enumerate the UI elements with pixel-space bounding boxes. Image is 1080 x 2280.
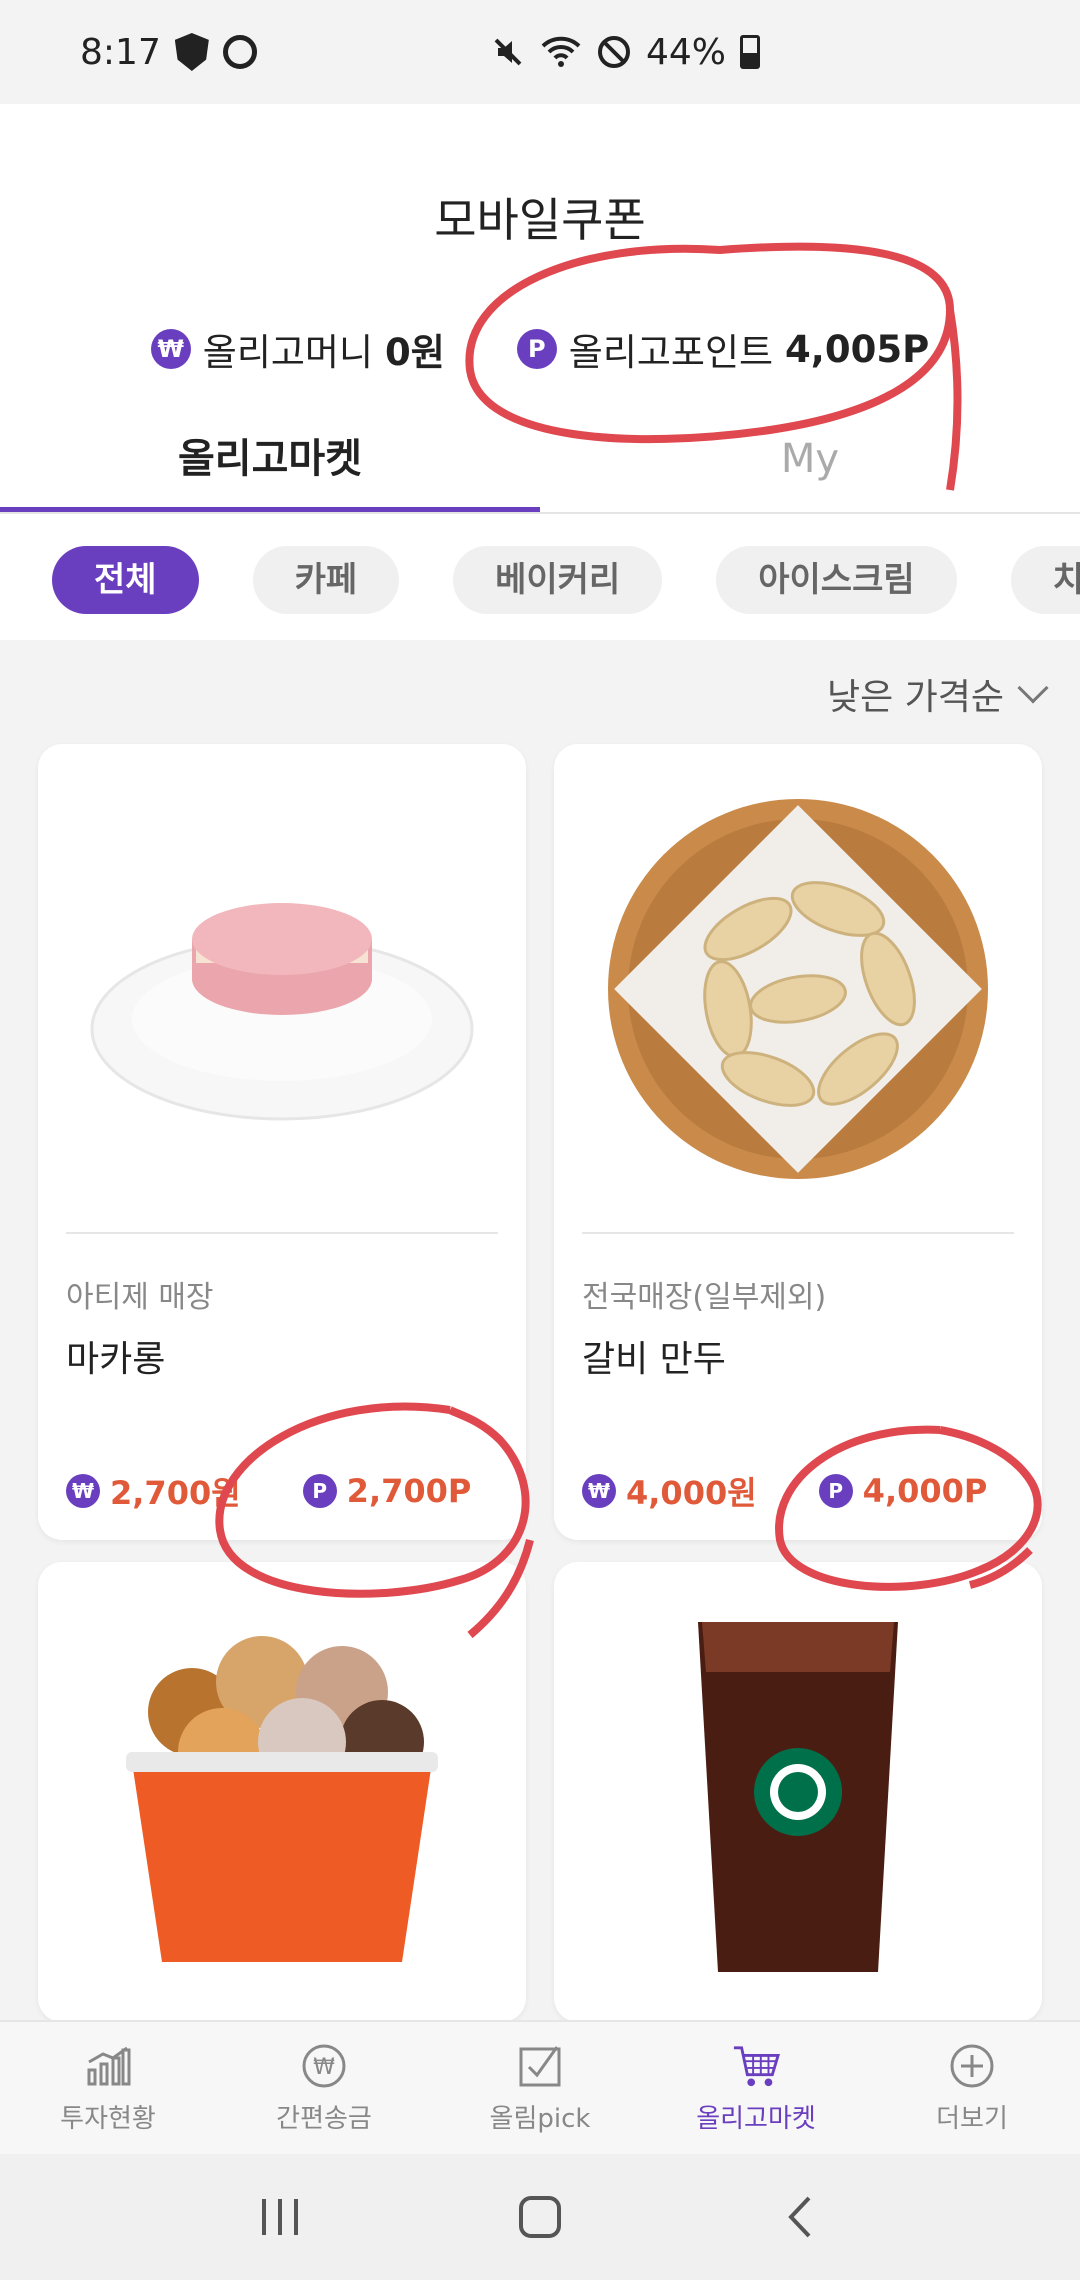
tab-bar: 올리고마켓 My	[0, 404, 1080, 514]
card-divider	[582, 1232, 1014, 1234]
nav-label: 올림pick	[489, 2103, 591, 2134]
blocked-icon	[598, 36, 630, 68]
product-name: 갈비 만두	[582, 1339, 726, 1380]
won-icon: ₩	[300, 2042, 348, 2090]
sort-label: 낮은 가격순	[826, 677, 1004, 718]
price-won: ₩ 4,000원	[582, 1468, 757, 1514]
product-store: 전국매장(일부제외)	[582, 1280, 827, 1315]
point-coin-icon: P	[818, 1474, 853, 1508]
price-won: ₩ 2,700원	[66, 1468, 241, 1514]
nav-more[interactable]: 더보기	[864, 2022, 1080, 2154]
product-name: 마카롱	[66, 1339, 166, 1380]
product-image-coffee	[554, 1562, 1042, 2022]
price-won-value: 4,000원	[626, 1474, 757, 1512]
product-card-coffee[interactable]	[554, 1562, 1042, 2022]
product-card-dumpling[interactable]: 전국매장(일부제외) 갈비 만두 ₩ 4,000원 P 4,000P	[554, 744, 1042, 1540]
product-store: 아티제 매장	[66, 1280, 214, 1315]
battery-percent: 44%	[646, 31, 727, 73]
chip-icecream[interactable]: 아이스크림	[716, 546, 957, 614]
status-time: 8:17	[80, 31, 161, 73]
mute-icon	[494, 38, 522, 66]
header: 모바일쿠폰 ₩ 올리고머니 0원 P 올리고포인트 4,005P 올리고마켓 M…	[0, 104, 1080, 640]
recent-apps-button[interactable]	[250, 2187, 310, 2247]
page-title: 모바일쿠폰	[434, 193, 646, 247]
product-image-macaron	[38, 744, 526, 1234]
point-coin-icon: P	[302, 1474, 337, 1508]
money-label: 올리고머니	[202, 331, 373, 374]
nav-invest[interactable]: 투자현황	[0, 2022, 216, 2154]
chip-bakery[interactable]: 베이커리	[453, 546, 663, 614]
product-image-munchkin	[38, 1562, 526, 2022]
nav-transfer[interactable]: ₩ 간편송금	[216, 2022, 432, 2154]
money-balance: ₩ 올리고머니 0원	[150, 322, 445, 376]
won-coin-icon: ₩	[582, 1474, 616, 1508]
product-image-dumpling	[554, 744, 1042, 1234]
nav-label: 더보기	[936, 2103, 1008, 2134]
point-coin-icon: P	[516, 329, 557, 369]
product-prices: ₩ 4,000원 P 4,000P	[582, 1468, 987, 1514]
plus-circle-icon	[948, 2042, 996, 2090]
point-balance: P 올리고포인트 4,005P	[516, 322, 930, 376]
status-bar: 8:17 44%	[0, 0, 1080, 104]
sync-icon	[222, 35, 257, 69]
checkbox-icon	[516, 2042, 564, 2090]
nav-label: 간편송금	[276, 2103, 372, 2134]
price-point-value: 2,700P	[346, 1472, 472, 1510]
svg-text:₩: ₩	[313, 2055, 335, 2080]
won-coin-icon: ₩	[150, 329, 191, 369]
shield-icon	[174, 33, 209, 71]
chart-icon	[84, 2042, 132, 2090]
point-label: 올리고포인트	[568, 331, 774, 374]
tab-oligo-market[interactable]: 올리고마켓	[0, 404, 540, 512]
chip-cafe[interactable]: 카페	[252, 546, 400, 614]
chip-all[interactable]: 전체	[52, 546, 199, 614]
nav-pick[interactable]: 올림pick	[432, 2022, 648, 2154]
battery-icon	[740, 35, 761, 69]
price-point-value: 4,000P	[862, 1472, 988, 1510]
bottom-nav: 투자현황 ₩ 간편송금 올림pick 올리고마켓 더보기	[0, 2020, 1080, 2154]
cart-icon	[732, 2042, 780, 2090]
money-value: 0원	[385, 331, 445, 374]
product-prices: ₩ 2,700원 P 2,700P	[66, 1468, 471, 1514]
wifi-icon	[541, 36, 581, 67]
nav-label: 올리고마켓	[696, 2103, 816, 2134]
nav-market[interactable]: 올리고마켓	[648, 2022, 864, 2154]
tab-my[interactable]: My	[540, 404, 1080, 512]
sort-dropdown[interactable]: 낮은 가격순	[826, 668, 1049, 720]
nav-label: 투자현황	[60, 2103, 156, 2134]
chip-chicken[interactable]: 치	[1010, 546, 1080, 614]
won-coin-icon: ₩	[66, 1474, 100, 1508]
price-won-value: 2,700원	[110, 1474, 241, 1512]
product-card-munchkin[interactable]	[38, 1562, 526, 2022]
home-button[interactable]	[510, 2187, 570, 2247]
price-point: P 2,700P	[302, 1468, 472, 1514]
price-point: P 4,000P	[818, 1468, 988, 1514]
point-value: 4,005P	[785, 327, 930, 371]
back-button[interactable]	[770, 2187, 830, 2247]
system-nav-bar	[0, 2154, 1080, 2280]
balance-row: ₩ 올리고머니 0원 P 올리고포인트 4,005P	[0, 322, 1080, 376]
category-chips: 전체 카페 베이커리 아이스크림 치	[0, 538, 1080, 640]
product-card-macaron[interactable]: 아티제 매장 마카롱 ₩ 2,700원 P 2,700P	[38, 744, 526, 1540]
chevron-down-icon	[1017, 672, 1049, 704]
card-divider	[66, 1232, 498, 1234]
